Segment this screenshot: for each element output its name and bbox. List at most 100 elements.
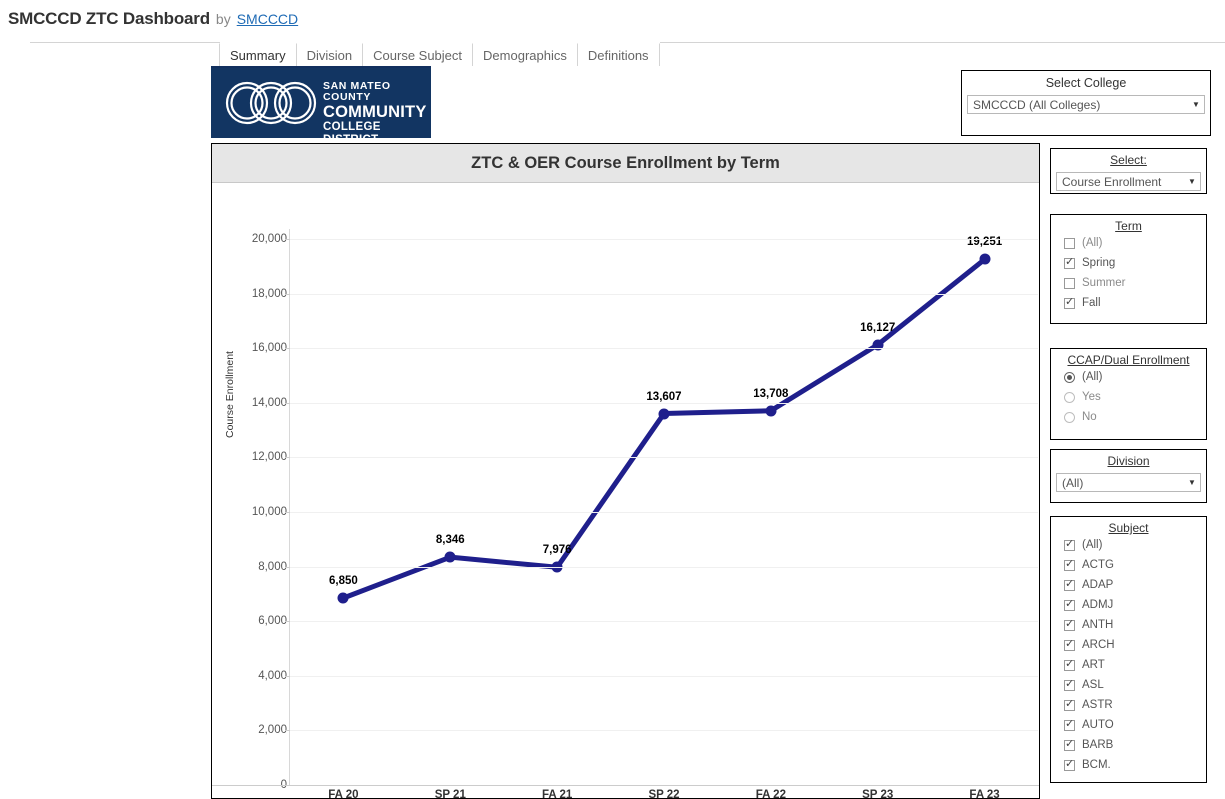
select-college-dropdown[interactable]: SMCCCD (All Colleges) ▼ (967, 95, 1205, 114)
term-option-label: (All) (1082, 237, 1103, 249)
data-point[interactable] (765, 405, 777, 417)
checkbox-icon[interactable] (1064, 638, 1075, 651)
data-point-label: 13,607 (646, 390, 682, 403)
checkbox-icon[interactable] (1064, 277, 1075, 289)
header-divider-right (660, 42, 1225, 43)
tab-summary[interactable]: Summary (219, 43, 297, 66)
checkbox-icon[interactable] (1064, 758, 1075, 771)
logo-line-1: SAN MATEO COUNTY (323, 80, 391, 104)
data-point[interactable] (444, 551, 456, 563)
data-point[interactable] (337, 592, 349, 604)
x-axis-label[interactable]: FA 20 (328, 789, 358, 799)
ccap-option-label: Yes (1082, 391, 1101, 403)
ccap-filter-panel: CCAP/Dual Enrollment (All) Yes No (1050, 348, 1207, 440)
term-filter-panel: Term (All) Spring Summer Fall (1050, 214, 1207, 324)
checkbox-icon[interactable] (1064, 658, 1075, 671)
data-point-label: 8,346 (435, 534, 465, 547)
tab-demographics[interactable]: Demographics (472, 43, 578, 66)
y-tick-label: 18,000 (251, 287, 287, 300)
checkbox-icon[interactable] (1064, 296, 1075, 309)
checkbox-icon[interactable] (1064, 237, 1075, 249)
checkbox-icon[interactable] (1064, 256, 1075, 269)
subject-filter-options[interactable]: (All) ACTG ADAP ADMJ ANTH ARCH ART ASL ASTR AUTO B… (1051, 535, 1206, 785)
checkbox-icon[interactable] (1064, 558, 1075, 571)
ccap-option[interactable]: (All) (1051, 367, 1206, 387)
gridline (290, 348, 1038, 349)
tab-definitions[interactable]: Definitions (576, 43, 660, 66)
checkbox-icon[interactable] (1064, 598, 1075, 611)
subject-option[interactable]: ASL (1051, 675, 1206, 695)
division-filter-panel: Division (All) ▼ (1050, 449, 1207, 503)
subject-option[interactable]: ART (1051, 655, 1206, 675)
tab-division[interactable]: Division (295, 43, 364, 66)
term-option-label: Fall (1082, 297, 1101, 309)
subject-option-label: AUTO (1082, 719, 1114, 731)
author-link[interactable]: SMCCCD (237, 11, 298, 27)
subject-option-label: ADMJ (1082, 599, 1114, 611)
checkbox-icon[interactable] (1064, 698, 1075, 711)
x-axis-label[interactable]: FA 21 (542, 789, 572, 799)
term-option[interactable]: Spring (1051, 253, 1206, 273)
checkbox-icon[interactable] (1064, 718, 1075, 731)
term-option[interactable]: Summer (1051, 273, 1206, 293)
y-tick-label: 16,000 (251, 342, 287, 355)
radio-button-icon[interactable] (1064, 371, 1075, 383)
data-point[interactable] (979, 253, 991, 265)
gridline (290, 621, 1038, 622)
subject-option[interactable]: ADMJ (1051, 595, 1206, 615)
subject-option[interactable]: BCM. (1051, 755, 1206, 775)
tab-course-subject[interactable]: Course Subject (362, 43, 474, 66)
gridline (290, 294, 1038, 295)
chart-plot-area: Course Enrollment 02,0004,0006,0008,0001… (212, 183, 1039, 799)
y-tick-mark (285, 567, 290, 568)
x-axis-label[interactable]: SP 22 (648, 789, 679, 799)
y-tick-mark (285, 730, 290, 731)
gridline (290, 730, 1038, 731)
x-axis-label[interactable]: FA 23 (969, 789, 999, 799)
subject-option[interactable]: ADAP (1051, 575, 1206, 595)
ccap-option[interactable]: No (1051, 407, 1206, 427)
select-measure-dropdown[interactable]: Course Enrollment ▼ (1056, 172, 1201, 191)
subject-filter-title: Subject (1108, 521, 1149, 535)
checkbox-icon[interactable] (1064, 678, 1075, 691)
checkbox-icon[interactable] (1064, 738, 1075, 751)
chart-title-bar: ZTC & OER Course Enrollment by Term (212, 144, 1039, 183)
y-tick-label: 14,000 (251, 396, 287, 409)
chart-title: ZTC & OER Course Enrollment by Term (471, 153, 780, 172)
select-college-title: Select College (1045, 76, 1127, 90)
radio-button-icon[interactable] (1064, 411, 1075, 423)
y-tick-mark (285, 676, 290, 677)
subject-option[interactable]: ACTG (1051, 555, 1206, 575)
checkbox-icon[interactable] (1064, 538, 1075, 551)
checkbox-icon[interactable] (1064, 618, 1075, 631)
subject-option[interactable]: ARCH (1051, 635, 1206, 655)
subject-option[interactable]: BARB (1051, 735, 1206, 755)
gridline (290, 676, 1038, 677)
three-rings-icon (223, 78, 319, 133)
y-tick-label: 6,000 (258, 615, 287, 628)
select-measure-title: Select: (1110, 153, 1147, 167)
ccap-option[interactable]: Yes (1051, 387, 1206, 407)
x-axis-label[interactable]: SP 23 (862, 789, 893, 799)
subject-option[interactable]: ANTH (1051, 615, 1206, 635)
term-option[interactable]: Fall (1051, 293, 1206, 313)
data-point[interactable] (658, 408, 670, 420)
term-option[interactable]: (All) (1051, 233, 1206, 253)
subject-option[interactable]: (All) (1051, 535, 1206, 555)
x-axis-label[interactable]: FA 22 (756, 789, 786, 799)
x-axis-label[interactable]: SP 21 (435, 789, 466, 799)
subject-option[interactable]: ASTR (1051, 695, 1206, 715)
checkbox-icon[interactable] (1064, 578, 1075, 591)
y-axis-line (289, 229, 290, 785)
header-divider-left (30, 42, 220, 43)
ccap-filter-title: CCAP/Dual Enrollment (1067, 353, 1190, 367)
subject-option[interactable]: AUTO (1051, 715, 1206, 735)
select-college-panel: Select College SMCCCD (All Colleges) ▼ (961, 70, 1211, 136)
subject-option-label: ARCH (1082, 639, 1115, 651)
division-dropdown[interactable]: (All) ▼ (1056, 473, 1201, 492)
gridline (290, 512, 1038, 513)
radio-button-icon[interactable] (1064, 391, 1075, 403)
ccap-option-label: No (1082, 411, 1097, 423)
subject-option-label: ART (1082, 659, 1105, 671)
chevron-down-icon: ▼ (1192, 99, 1200, 109)
